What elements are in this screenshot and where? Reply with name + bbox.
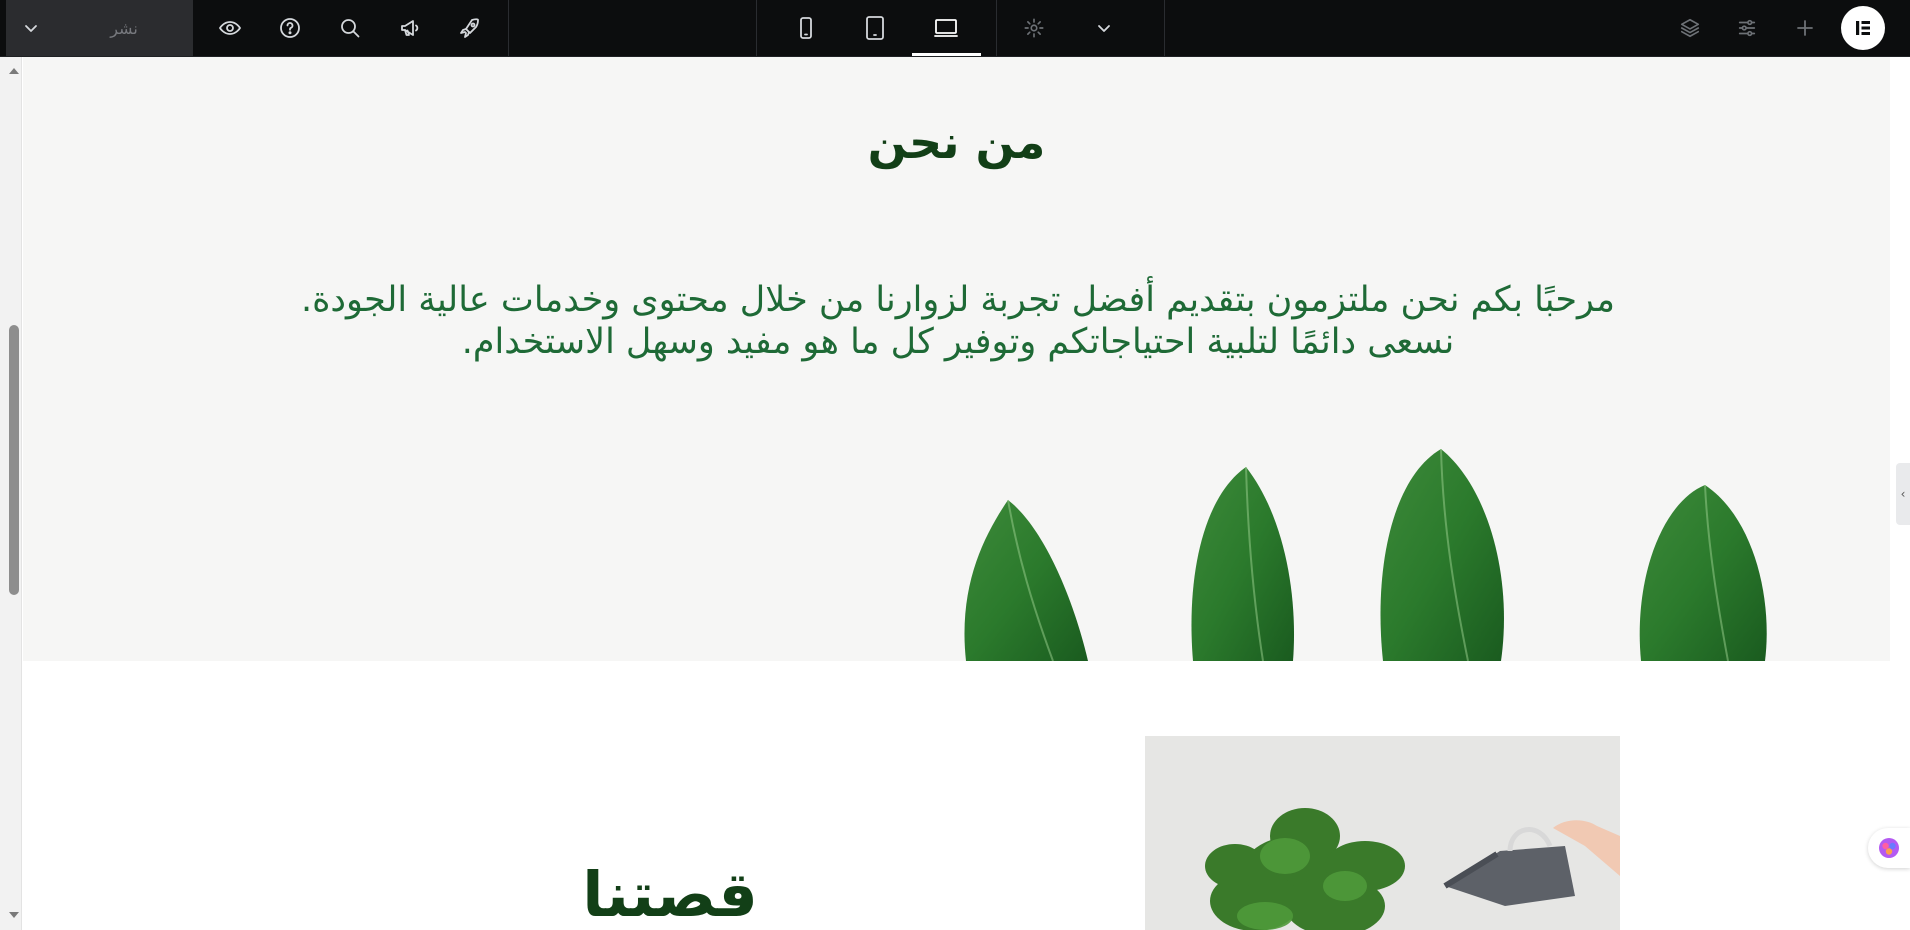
about-paragraph: مرحبًا بكم نحن ملتزمون بتقديم أفضل تجربة… [300,280,1616,362]
device-tablet-button[interactable] [851,0,899,56]
layers-icon [1680,18,1700,38]
toolbar-divider [756,0,757,56]
help-button[interactable] [266,0,314,56]
plant-watering-image [1145,736,1620,930]
chevron-down-icon [1098,25,1110,32]
structure-button[interactable] [1666,0,1714,56]
search-button[interactable] [326,0,374,56]
eye-icon [219,21,241,35]
brain-icon [1879,838,1899,858]
toolbar-divider [1164,0,1165,56]
panel-toggle-handle[interactable]: ‹ [1896,463,1910,525]
more-options-button[interactable] [1080,0,1128,56]
question-circle-icon [280,18,300,38]
add-element-button[interactable] [1781,0,1829,56]
elementor-logo-icon [1856,21,1870,35]
device-mobile-button[interactable] [782,0,830,56]
publish-options-button[interactable] [6,0,55,56]
megaphone-icon [401,20,419,36]
about-section[interactable]: من نحن مرحبًا بكم نحن ملتزمون بتقديم أفض… [23,57,1890,661]
ai-assistant-button[interactable] [1868,828,1910,868]
active-device-indicator [912,53,981,56]
scroll-down-arrow-icon[interactable] [9,912,19,918]
toolbar-divider [996,0,997,56]
publish-button[interactable]: نشر [55,0,193,56]
editor-toolbar: نشر [0,0,1910,57]
desktop-icon [934,19,958,37]
chevron-left-icon: ‹ [1900,487,1906,501]
mobile-icon [800,17,812,39]
launch-button[interactable] [446,0,494,56]
toolbar-divider [508,0,509,56]
chevron-down-icon [24,25,37,32]
preview-button[interactable] [206,0,254,56]
device-desktop-button[interactable] [922,0,970,56]
announcements-button[interactable] [386,0,434,56]
rocket-icon [460,18,479,38]
story-title: قصتنا [582,858,758,930]
page-settings-button[interactable] [1010,0,1058,56]
leaves-background-image [964,448,1767,661]
app-logo-button[interactable] [1841,6,1885,50]
about-title: من نحن [867,115,1046,169]
publish-label: نشر [110,18,138,38]
scrollbar-thumb[interactable] [9,325,19,595]
sliders-icon [1738,19,1756,37]
scroll-up-arrow-icon[interactable] [9,68,19,74]
tablet-icon [866,16,884,40]
search-icon [341,19,360,38]
plus-icon [1797,20,1813,36]
site-settings-button[interactable] [1723,0,1771,56]
gear-icon [1024,18,1044,38]
